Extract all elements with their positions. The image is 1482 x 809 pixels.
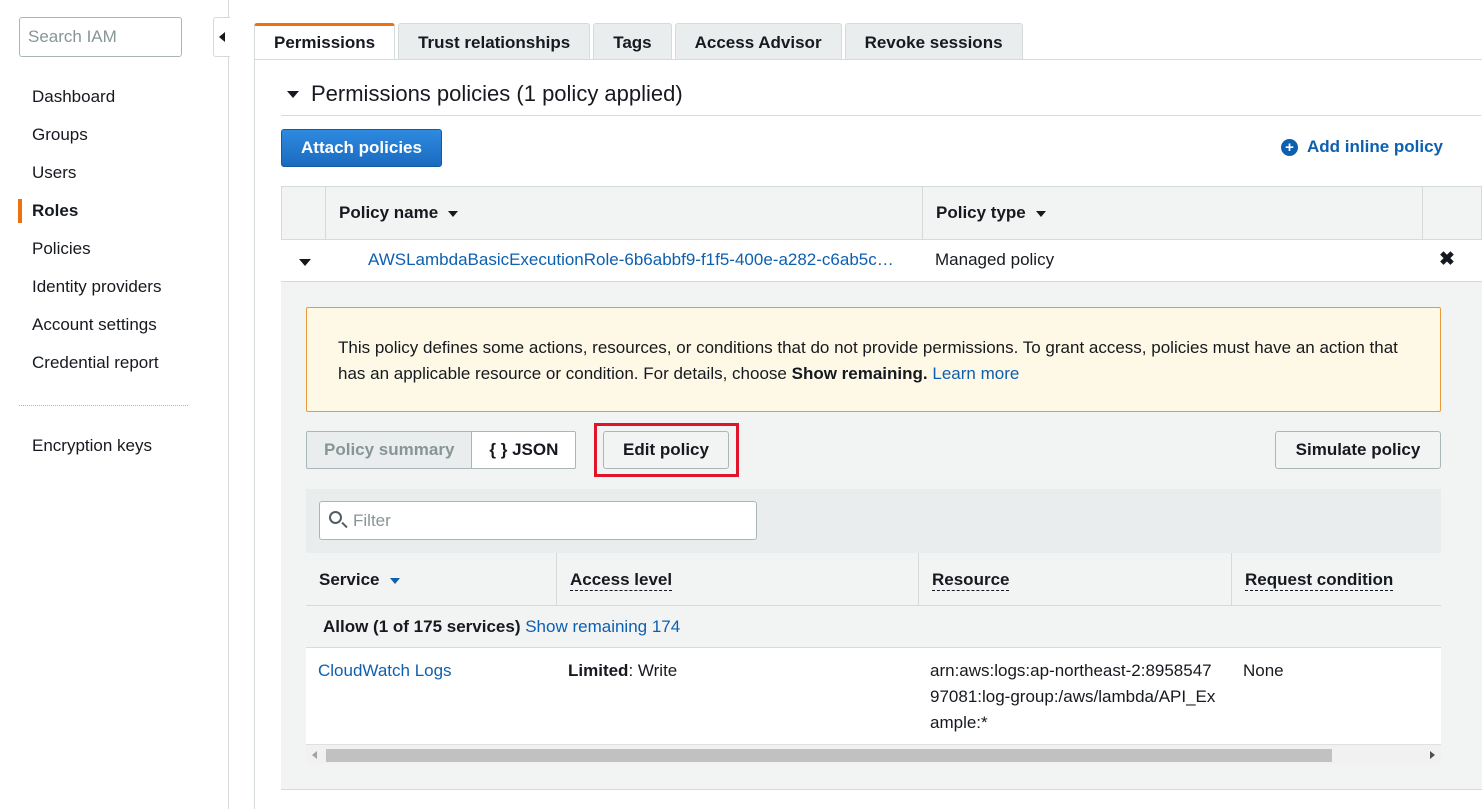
policy-name-header-label: Policy name <box>339 203 439 222</box>
add-inline-policy-link[interactable]: + Add inline policy <box>1281 137 1443 157</box>
summary-toolbar: Filter <box>306 489 1441 553</box>
search-iam-input[interactable]: Search IAM <box>19 17 182 57</box>
sort-caret-icon <box>389 577 400 584</box>
summary-table-header: Service Access level Resource Request co… <box>306 553 1441 606</box>
sidebar-nav: Dashboard Groups Users Roles Policies Id… <box>0 78 229 382</box>
expand-row-icon[interactable] <box>299 259 311 266</box>
tab-bar: Permissions Trust relationships Tags Acc… <box>254 23 1026 60</box>
access-level-value: Limited: Write <box>568 658 677 684</box>
policies-table: Policy name Policy type AWSLambdaBasicEx… <box>281 186 1482 282</box>
access-level-header[interactable]: Access level <box>556 553 918 606</box>
sidebar-item-users[interactable]: Users <box>0 154 229 192</box>
main-content: Permissions Trust relationships Tags Acc… <box>254 0 1482 809</box>
search-icon <box>329 511 342 524</box>
policy-type-header[interactable]: Policy type <box>922 187 1422 239</box>
filter-input[interactable]: Filter <box>319 501 757 540</box>
allow-summary-text: Allow (1 of 175 services) <box>323 617 521 636</box>
sidebar-item-policies[interactable]: Policies <box>0 230 229 268</box>
service-header[interactable]: Service <box>306 553 556 606</box>
filter-placeholder: Filter <box>353 511 391 530</box>
policy-view-toggle: Policy summary { } JSON <box>306 431 577 469</box>
sidebar-item-account-settings[interactable]: Account settings <box>0 306 229 344</box>
sidebar-item-encryption-keys[interactable]: Encryption keys <box>32 436 152 456</box>
tab-permissions[interactable]: Permissions <box>254 23 396 60</box>
json-button[interactable]: { } JSON <box>472 431 577 469</box>
policy-type-value: Managed policy <box>935 250 1055 269</box>
show-remaining-link[interactable]: Show remaining 174 <box>525 617 680 636</box>
policy-summary-button[interactable]: Policy summary <box>306 431 473 469</box>
attach-policies-button[interactable]: Attach policies <box>281 129 442 167</box>
collapse-sidebar-icon[interactable] <box>213 17 230 57</box>
sort-caret-icon <box>1035 210 1046 217</box>
request-condition-header[interactable]: Request condition <box>1231 553 1441 606</box>
access-level-rest: : Write <box>628 661 678 680</box>
policies-table-header: Policy name Policy type <box>281 186 1482 240</box>
scroll-left-icon[interactable] <box>312 751 317 759</box>
horizontal-scrollbar[interactable] <box>306 744 1441 764</box>
sidebar-item-groups[interactable]: Groups <box>0 116 229 154</box>
resource-value: arn:aws:logs:ap-northeast-2:895854797081… <box>930 661 1216 732</box>
service-link[interactable]: CloudWatch Logs <box>318 658 452 684</box>
sidebar: Search IAM Dashboard Groups Users Roles … <box>0 0 229 809</box>
resource-header[interactable]: Resource <box>918 553 1231 606</box>
sidebar-item-dashboard[interactable]: Dashboard <box>0 78 229 116</box>
warning-bold-text: Show remaining. <box>791 364 928 383</box>
access-level-header-label: Access level <box>570 570 673 591</box>
sort-caret-icon <box>448 210 459 217</box>
policy-name-header[interactable]: Policy name <box>325 187 922 239</box>
service-header-label: Service <box>319 570 380 589</box>
sidebar-divider <box>19 405 188 406</box>
sidebar-item-roles[interactable]: Roles <box>0 192 229 230</box>
simulate-policy-button[interactable]: Simulate policy <box>1275 431 1441 469</box>
sidebar-item-credential-report[interactable]: Credential report <box>0 344 229 382</box>
caret-down-icon <box>287 90 299 98</box>
detach-policy-icon[interactable]: ✖ <box>1439 248 1455 271</box>
scrollbar-thumb[interactable] <box>326 749 1332 762</box>
policy-type-header-label: Policy type <box>936 203 1026 222</box>
policy-name-link[interactable]: AWSLambdaBasicExecutionRole-6b6abbf9-f1f… <box>368 250 913 270</box>
section-divider <box>281 115 1481 116</box>
warning-alert: This policy defines some actions, resour… <box>306 307 1441 412</box>
highlight-box <box>594 423 739 477</box>
tab-access-advisor[interactable]: Access Advisor <box>674 23 842 60</box>
section-title: Permissions policies (1 policy applied) <box>311 81 683 106</box>
permissions-section-header[interactable]: Permissions policies (1 policy applied) <box>287 81 683 107</box>
scroll-right-icon[interactable] <box>1430 751 1435 759</box>
add-inline-policy-label: Add inline policy <box>1307 137 1444 156</box>
tab-trust-relationships[interactable]: Trust relationships <box>398 23 591 60</box>
request-condition-value: None <box>1243 661 1284 680</box>
tab-revoke-sessions[interactable]: Revoke sessions <box>844 23 1023 60</box>
actions-header <box>1422 187 1482 239</box>
tab-tags[interactable]: Tags <box>593 23 672 60</box>
learn-more-link[interactable]: Learn more <box>932 364 1019 383</box>
access-level-bold: Limited <box>568 661 629 680</box>
policy-summary-table: Filter Service Access level Resource Req… <box>306 489 1441 764</box>
allow-group-row: Allow (1 of 175 services) Show remaining… <box>306 606 1441 648</box>
plus-circle-icon: + <box>1281 138 1298 156</box>
sidebar-item-identity-providers[interactable]: Identity providers <box>0 268 229 306</box>
table-row: CloudWatch Logs Limited: Write arn:aws:l… <box>306 648 1441 743</box>
resource-header-label: Resource <box>932 570 1010 591</box>
table-row: AWSLambdaBasicExecutionRole-6b6abbf9-f1f… <box>281 240 1482 282</box>
request-condition-header-label: Request condition <box>1245 570 1394 591</box>
